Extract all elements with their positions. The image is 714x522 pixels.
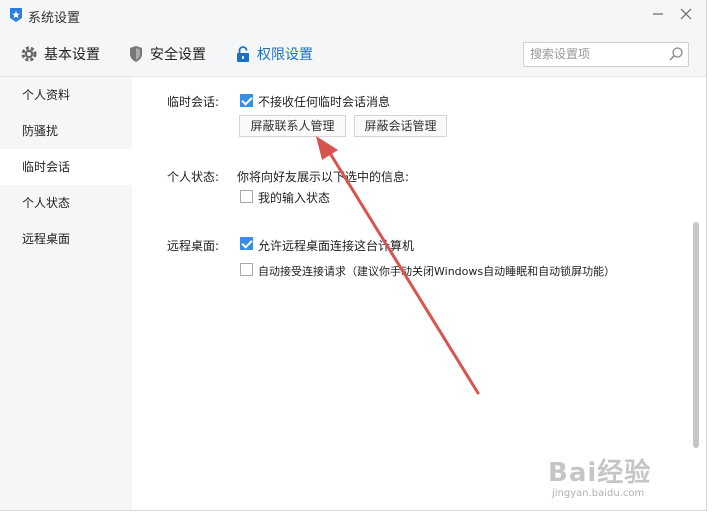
block-session-button[interactable]: 屏蔽会话管理 xyxy=(354,115,447,137)
search-icon[interactable] xyxy=(668,46,684,62)
typing-status-label: 我的输入状态 xyxy=(258,191,331,205)
app-logo-icon xyxy=(10,8,22,22)
settings-window: 系统设置 基本设置 安全设置 权限设置 搜索设置项 个人资料 防骚扰 临时会话 … xyxy=(0,0,707,511)
typing-status-checkbox[interactable] xyxy=(240,190,253,203)
close-icon[interactable] xyxy=(676,6,696,26)
sidebar-item-remote-desktop[interactable]: 远程桌面 xyxy=(0,221,132,257)
lock-icon xyxy=(237,46,249,62)
window-title: 系统设置 xyxy=(28,11,81,26)
sidebar-item-temp-session[interactable]: 临时会话 xyxy=(0,149,132,185)
sidebar-item-personal-status[interactable]: 个人状态 xyxy=(0,185,132,221)
tab-security-settings[interactable]: 安全设置 xyxy=(128,44,206,64)
remote-desktop-label: 远程桌面: xyxy=(167,239,220,253)
personal-status-description: 你将向好友展示以下选中的信息: xyxy=(237,170,410,184)
shield-icon xyxy=(130,46,142,62)
title-bar: 系统设置 xyxy=(0,0,706,32)
settings-tab-bar: 基本设置 安全设置 权限设置 xyxy=(0,32,706,77)
baidu-watermark: Bai经验 jingyan.baidu.com xyxy=(548,446,698,510)
tab-permission-settings[interactable]: 权限设置 xyxy=(235,44,313,64)
allow-remote-desktop-checkbox[interactable] xyxy=(240,237,253,250)
watermark-url: jingyan.baidu.com xyxy=(552,488,645,499)
search-box[interactable] xyxy=(523,42,689,67)
reject-temp-session-label: 不接收任何临时会话消息 xyxy=(258,95,391,109)
reject-temp-session-checkbox[interactable] xyxy=(240,94,253,107)
tab-label: 安全设置 xyxy=(150,47,206,63)
minimize-icon[interactable] xyxy=(648,6,668,26)
allow-remote-desktop-label: 允许远程桌面连接这台计算机 xyxy=(258,239,415,253)
personal-status-label: 个人状态: xyxy=(167,170,220,184)
sidebar-item-anti-harassment[interactable]: 防骚扰 xyxy=(0,113,132,149)
settings-sidebar: 个人资料 防骚扰 临时会话 个人状态 远程桌面 xyxy=(0,77,132,510)
sidebar-item-profile[interactable]: 个人资料 xyxy=(0,77,132,113)
search-input[interactable] xyxy=(524,43,660,65)
watermark-text: Bai经验 xyxy=(548,458,652,488)
block-contacts-button[interactable]: 屏蔽联系人管理 xyxy=(239,115,346,137)
tab-basic-settings[interactable]: 基本设置 xyxy=(20,44,100,64)
tab-label: 权限设置 xyxy=(257,47,313,63)
temp-session-label: 临时会话: xyxy=(167,95,220,109)
tab-label: 基本设置 xyxy=(44,47,100,63)
auto-accept-label: 自动接受连接请求（建议你手动关闭Windows自动睡眠和自动锁屏功能） xyxy=(258,265,616,278)
gear-icon xyxy=(21,46,37,62)
scrollbar-thumb[interactable] xyxy=(693,222,699,448)
auto-accept-checkbox[interactable] xyxy=(240,263,253,276)
